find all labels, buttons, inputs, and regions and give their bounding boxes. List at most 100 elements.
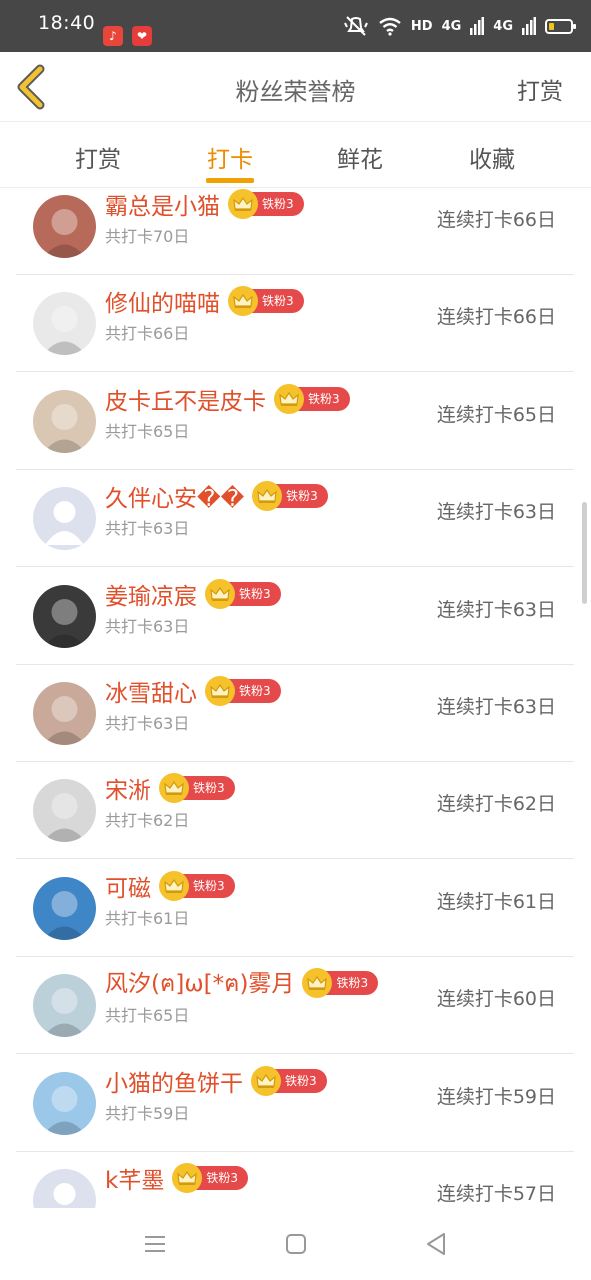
name-line: 可磁 铁粉3 <box>105 869 235 903</box>
fan-name[interactable]: 风汐(ฅ]ω[*ฅ)雾月 <box>105 964 294 1002</box>
list-item[interactable]: k芊墨 铁粉3 连续打卡57日 <box>16 1152 574 1208</box>
fan-name[interactable]: 久伴心安�� <box>105 479 244 513</box>
streak-text: 连续打卡63日 <box>436 696 556 718</box>
name-line: 皮卡丘不是皮卡 铁粉3 <box>105 382 350 416</box>
page-title: 粉丝荣誉榜 <box>235 78 356 106</box>
tab-favorites[interactable]: 收藏 <box>442 140 542 174</box>
total-checkin-text: 共打卡62日 <box>105 811 190 831</box>
streak-text: 连续打卡62日 <box>436 793 556 816</box>
fan-level-badge: 铁粉3 <box>228 189 304 219</box>
list-item[interactable]: 冰雪甜心 铁粉3 共打卡63日 连续打卡63日 <box>16 665 574 762</box>
total-checkin-text: 共打卡65日 <box>105 1006 190 1026</box>
name-line: 风汐(ฅ]ω[*ฅ)雾月 铁粉3 <box>105 964 379 1002</box>
photo-avatar[interactable] <box>33 195 96 258</box>
name-line: 久伴心安�� 铁粉3 <box>105 479 328 513</box>
name-line: 修仙的喵喵 铁粉3 <box>105 284 304 318</box>
girl-avatar[interactable] <box>33 584 96 648</box>
tab-reward[interactable]: 打赏 <box>48 140 148 174</box>
list-item[interactable]: 姜瑜凉宸 铁粉3 共打卡63日 连续打卡63日 <box>16 568 574 665</box>
list-item[interactable]: 霸总是小猫 铁粉3 共打卡70日 连续打卡66日 <box>16 188 574 275</box>
crown-icon <box>205 676 235 706</box>
list-item[interactable]: 小猫的鱼饼干 铁粉3 共打卡59日 连续打卡59日 <box>16 1055 574 1152</box>
fan-name[interactable]: 小猫的鱼饼干 <box>105 1064 243 1098</box>
fan-level-badge: 铁粉3 <box>302 968 379 999</box>
wifi-icon <box>379 17 401 36</box>
fan-name[interactable]: 冰雪甜心 <box>105 674 197 708</box>
fan-name[interactable]: 宋淅 <box>105 771 151 805</box>
anime-boy-avatar[interactable] <box>33 974 96 1038</box>
name-line: 小猫的鱼饼干 铁粉3 <box>105 1064 327 1098</box>
tab-checkin[interactable]: 打卡 <box>180 140 280 174</box>
list-item[interactable]: 皮卡丘不是皮卡 铁粉3 共打卡65日 连续打卡65日 <box>16 373 574 470</box>
top-app-bar: 粉丝荣誉榜 打赏 <box>0 52 591 122</box>
fan-level-badge: 铁粉3 <box>159 870 235 901</box>
fan-level-badge: 铁粉3 <box>159 773 235 804</box>
fan-level-badge: 铁粉3 <box>172 1163 248 1193</box>
fan-ranking-list[interactable]: 霸总是小猫 铁粉3 共打卡70日 连续打卡66日 修仙的喵喵 铁粉3 共打卡66日 连续打卡6… <box>0 188 591 1208</box>
total-checkin-text: 共打卡65日 <box>105 421 190 441</box>
list-item[interactable]: 风汐(ฅ]ω[*ฅ)雾月 铁粉3 共打卡65日 连续打卡60日 <box>16 957 574 1055</box>
streak-text: 连续打卡60日 <box>436 988 556 1011</box>
home-icon[interactable] <box>282 1230 310 1258</box>
total-checkin-text: 共打卡61日 <box>105 908 190 928</box>
name-line: k芊墨 铁粉3 <box>105 1161 248 1195</box>
music-app-icon: ♪ <box>103 26 123 46</box>
streak-text: 连续打卡63日 <box>436 501 556 524</box>
list-item[interactable]: 可磁 铁粉3 共打卡61日 连续打卡61日 <box>16 860 574 957</box>
fan-name[interactable]: k芊墨 <box>105 1161 164 1195</box>
fan-name[interactable]: 修仙的喵喵 <box>105 284 220 318</box>
name-line: 姜瑜凉宸 铁粉3 <box>105 577 281 611</box>
scrollbar[interactable] <box>582 502 587 604</box>
streak-text: 连续打卡63日 <box>436 598 556 621</box>
status-time: 18:40 <box>38 12 96 34</box>
total-checkin-text: 共打卡70日 <box>105 227 190 246</box>
system-nav-bar <box>0 1208 591 1280</box>
fan-name[interactable]: 可磁 <box>105 869 151 903</box>
fan-level-badge: 铁粉3 <box>205 676 281 706</box>
mute-icon <box>343 16 368 36</box>
status-bar: 18:40 ♪ ❤ HD 4G 4G <box>0 0 591 52</box>
fan-name[interactable]: 霸总是小猫 <box>105 188 220 221</box>
tab-flowers[interactable]: 鲜花 <box>310 140 410 174</box>
menu-icon[interactable] <box>141 1230 169 1258</box>
anime-girl-avatar[interactable] <box>33 1071 96 1135</box>
crown-icon <box>205 578 235 609</box>
list-item[interactable]: 久伴心安�� 铁粉3 共打卡63日 连续打卡63日 <box>16 470 574 568</box>
crown-icon <box>274 383 304 414</box>
crown-icon <box>251 1065 281 1096</box>
anime-cat-avatar[interactable] <box>33 876 96 940</box>
total-checkin-text: 共打卡63日 <box>105 519 190 539</box>
tab-bar: 打赏 打卡 鲜花 收藏 <box>0 122 591 188</box>
ink-portrait-avatar[interactable] <box>33 779 96 843</box>
fan-level-badge: 铁粉3 <box>274 383 350 414</box>
kitten-avatar[interactable] <box>33 389 96 453</box>
heart-app-icon: ❤ <box>132 26 152 46</box>
fan-level-badge: 铁粉3 <box>228 286 304 317</box>
baby-avatar[interactable] <box>33 682 96 745</box>
streak-text: 连续打卡59日 <box>436 1085 556 1108</box>
total-checkin-text: 共打卡66日 <box>105 324 190 344</box>
fan-name[interactable]: 皮卡丘不是皮卡 <box>105 382 266 416</box>
battery-icon <box>545 18 576 34</box>
status-icons: HD 4G 4G <box>343 14 576 38</box>
signal-2-label: 4G <box>493 18 513 34</box>
fan-name[interactable]: 姜瑜凉宸 <box>105 577 197 611</box>
streak-text: 连续打卡66日 <box>436 209 556 231</box>
total-checkin-text: 共打卡63日 <box>105 616 190 636</box>
total-checkin-text: 共打卡59日 <box>105 1103 190 1123</box>
name-line: 冰雪甜心 铁粉3 <box>105 674 281 708</box>
list-item[interactable]: 宋淅 铁粉3 共打卡62日 连续打卡62日 <box>16 762 574 860</box>
reward-action-button[interactable]: 打赏 <box>517 72 563 106</box>
list-item[interactable]: 修仙的喵喵 铁粉3 共打卡66日 连续打卡66日 <box>16 275 574 373</box>
streak-text: 连续打卡61日 <box>436 890 556 913</box>
name-line: 霸总是小猫 铁粉3 <box>105 188 304 221</box>
default-avatar[interactable] <box>33 487 96 551</box>
total-checkin-text: 共打卡63日 <box>105 714 190 733</box>
active-tab-indicator <box>206 178 254 183</box>
back-triangle-icon[interactable] <box>422 1230 450 1258</box>
default-avatar[interactable] <box>33 1169 96 1208</box>
fan-level-badge: 铁粉3 <box>205 578 281 609</box>
cat-sketch-avatar[interactable] <box>33 292 96 356</box>
signal-1-label: 4G <box>441 18 462 34</box>
name-line: 宋淅 铁粉3 <box>105 771 235 805</box>
